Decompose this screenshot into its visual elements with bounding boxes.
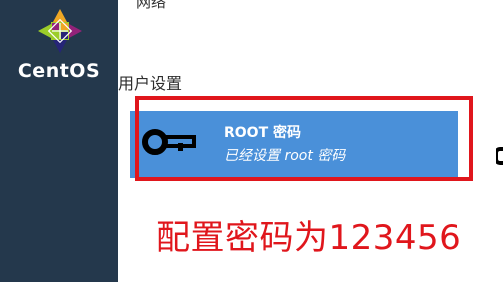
section-title-user-settings: 用户设置 [118,74,183,93]
annotation-text: 配置密码为123456 [156,218,462,258]
sidebar: CentOS [0,0,118,282]
category-title-network: 网络 [136,0,167,11]
annotation-highlight-box [135,96,473,181]
brand-name: CentOS [17,60,101,82]
centos-logo-icon [38,9,82,53]
user-icon-partial[interactable] [496,143,503,171]
